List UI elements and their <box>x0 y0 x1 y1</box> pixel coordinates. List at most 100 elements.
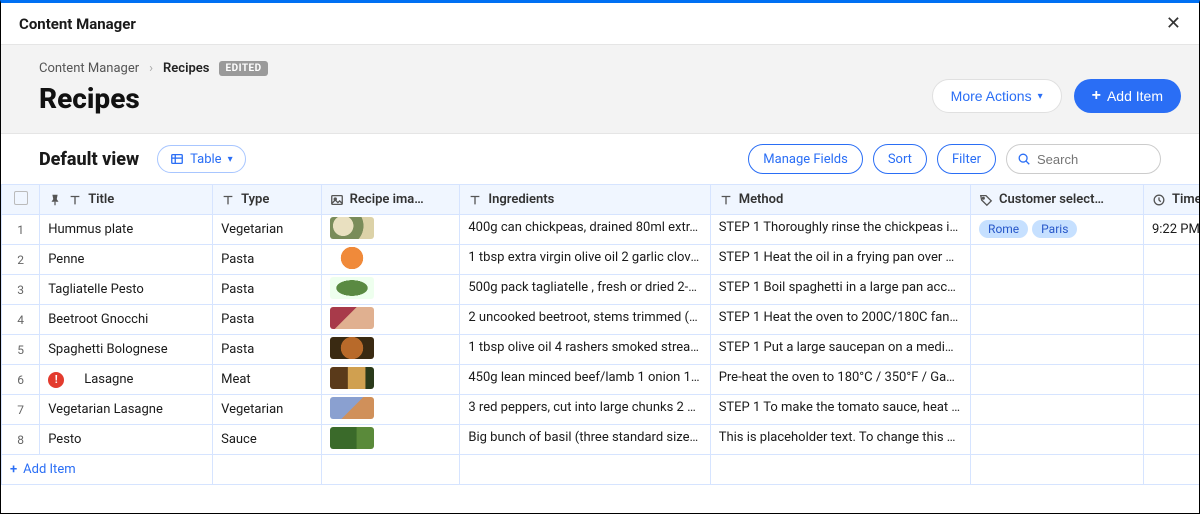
cell-method[interactable]: This is placeholder text. To change this… <box>710 425 970 455</box>
cell-tags[interactable]: RomeParis <box>971 215 1144 245</box>
cell-method[interactable]: Pre-heat the oven to 180°C / 350°F / Gas… <box>710 365 970 395</box>
cell-time[interactable] <box>1143 335 1199 365</box>
cell-method[interactable]: STEP 1 Heat the oil in a frying pan over… <box>710 245 970 275</box>
cell-ingredients[interactable]: 2 uncooked beetroot, stems trimmed (2… <box>460 305 710 335</box>
table-row[interactable]: 7Vegetarian LasagneVegetarian3 red peppe… <box>2 395 1200 425</box>
cell-title[interactable]: Beetroot Gnocchi <box>40 305 213 335</box>
cell-image[interactable] <box>321 275 460 305</box>
sort-button[interactable]: Sort <box>873 144 927 174</box>
cell-image[interactable] <box>321 305 460 335</box>
add-item-footer[interactable]: +Add Item <box>2 455 213 485</box>
cell-type[interactable]: Sauce <box>213 425 322 455</box>
cell-title[interactable]: Tagliatelle Pesto <box>40 275 213 305</box>
warning-icon: ! <box>48 372 64 388</box>
cell-time[interactable] <box>1143 275 1199 305</box>
cell-time[interactable] <box>1143 425 1199 455</box>
cell-time[interactable]: 9:22 PM <box>1143 215 1199 245</box>
search-input-wrapper[interactable] <box>1006 144 1161 174</box>
cell-type[interactable]: Meat <box>213 365 322 395</box>
close-icon[interactable]: ✕ <box>1166 13 1181 34</box>
cell-time[interactable] <box>1143 395 1199 425</box>
recipe-thumbnail <box>330 367 374 389</box>
add-item-button[interactable]: + Add Item <box>1074 79 1181 113</box>
cell-image[interactable] <box>321 425 460 455</box>
manage-fields-button[interactable]: Manage Fields <box>748 144 863 174</box>
recipe-thumbnail <box>330 277 374 299</box>
search-input[interactable] <box>1037 152 1137 167</box>
col-type[interactable]: Type <box>213 185 322 215</box>
cell-tags[interactable] <box>971 395 1144 425</box>
cell-ingredients[interactable]: 450g lean minced beef/lamb 1 onion 1 … <box>460 365 710 395</box>
cell-title[interactable]: Spaghetti Bolognese <box>40 335 213 365</box>
page-title: Recipes <box>39 82 268 115</box>
edited-badge: EDITED <box>219 61 267 76</box>
recipe-thumbnail <box>330 337 374 359</box>
cell-image[interactable] <box>321 245 460 275</box>
col-image[interactable]: Recipe ima… <box>321 185 460 215</box>
table-row[interactable]: 6!LasagneMeat450g lean minced beef/lamb … <box>2 365 1200 395</box>
cell-title[interactable]: !Lasagne <box>40 365 213 395</box>
cell-method[interactable]: STEP 1 Put a large saucepan on a medium … <box>710 335 970 365</box>
cell-tags[interactable] <box>971 365 1144 395</box>
cell-title[interactable]: Penne <box>40 245 213 275</box>
cell-ingredients[interactable]: 1 tbsp extra virgin olive oil 2 garlic c… <box>460 245 710 275</box>
text-icon <box>221 193 235 207</box>
cell-time[interactable] <box>1143 365 1199 395</box>
cell-method[interactable]: STEP 1 Boil spaghetti in a large pan acc… <box>710 275 970 305</box>
clock-icon <box>1152 193 1166 207</box>
table-row[interactable]: 8PestoSauceBig bunch of basil (three sta… <box>2 425 1200 455</box>
table-row[interactable]: 4Beetroot GnocchiPasta2 uncooked beetroo… <box>2 305 1200 335</box>
cell-tags[interactable] <box>971 425 1144 455</box>
cell-type[interactable]: Pasta <box>213 335 322 365</box>
cell-ingredients[interactable]: Big bunch of basil (three standard size … <box>460 425 710 455</box>
cell-type[interactable]: Vegetarian <box>213 395 322 425</box>
cell-image[interactable] <box>321 395 460 425</box>
cell-tags[interactable] <box>971 305 1144 335</box>
cell-image[interactable] <box>321 215 460 245</box>
cell-tags[interactable] <box>971 245 1144 275</box>
breadcrumb: Content Manager › Recipes EDITED <box>39 61 268 76</box>
cell-type[interactable]: Pasta <box>213 275 322 305</box>
view-type-label: Table <box>190 152 221 167</box>
cell-time[interactable] <box>1143 245 1199 275</box>
cell-image[interactable] <box>321 365 460 395</box>
breadcrumb-current: Recipes <box>163 61 209 76</box>
row-number: 2 <box>2 245 40 275</box>
cell-title[interactable]: Hummus plate <box>40 215 213 245</box>
select-all-header[interactable] <box>2 185 40 215</box>
cell-method[interactable]: STEP 1 Thoroughly rinse the chickpeas in… <box>710 215 970 245</box>
cell-type[interactable]: Pasta <box>213 305 322 335</box>
filter-button[interactable]: Filter <box>937 144 996 174</box>
col-time[interactable]: Time <box>1143 185 1199 215</box>
cell-ingredients[interactable]: 3 red peppers, cut into large chunks 2 a… <box>460 395 710 425</box>
cell-method[interactable]: STEP 1 Heat the oven to 200C/180C fan/ g… <box>710 305 970 335</box>
chevron-down-icon: ▾ <box>228 154 233 165</box>
cell-type[interactable]: Vegetarian <box>213 215 322 245</box>
table-row[interactable]: 1Hummus plateVegetarian400g can chickpea… <box>2 215 1200 245</box>
tag-chip[interactable]: Rome <box>979 220 1028 238</box>
cell-time[interactable] <box>1143 305 1199 335</box>
cell-ingredients[interactable]: 500g pack tagliatelle , fresh or dried 2… <box>460 275 710 305</box>
cell-ingredients[interactable]: 1 tbsp olive oil 4 rashers smoked streak… <box>460 335 710 365</box>
col-tags[interactable]: Customer select… <box>971 185 1144 215</box>
more-actions-button[interactable]: More Actions ▾ <box>932 79 1062 113</box>
cell-title[interactable]: Vegetarian Lasagne <box>40 395 213 425</box>
cell-tags[interactable] <box>971 335 1144 365</box>
cell-method[interactable]: STEP 1 To make the tomato sauce, heat th… <box>710 395 970 425</box>
tag-chip[interactable]: Paris <box>1032 220 1077 238</box>
cell-tags[interactable] <box>971 275 1144 305</box>
recipe-thumbnail <box>330 307 374 329</box>
table-row[interactable]: 2PennePasta 1 tbsp extra virgin olive oil… <box>2 245 1200 275</box>
table-icon <box>170 152 184 166</box>
cell-image[interactable] <box>321 335 460 365</box>
col-title[interactable]: Title <box>40 185 213 215</box>
table-row[interactable]: 3Tagliatelle PestoPasta500g pack tagliat… <box>2 275 1200 305</box>
breadcrumb-root[interactable]: Content Manager <box>39 61 139 76</box>
cell-title[interactable]: Pesto <box>40 425 213 455</box>
view-type-pill[interactable]: Table ▾ <box>157 145 246 173</box>
col-ingredients[interactable]: Ingredients <box>460 185 710 215</box>
table-row[interactable]: 5Spaghetti BolognesePasta1 tbsp olive oi… <box>2 335 1200 365</box>
cell-type[interactable]: Pasta <box>213 245 322 275</box>
cell-ingredients[interactable]: 400g can chickpeas, drained 80ml extr… <box>460 215 710 245</box>
col-method[interactable]: Method <box>710 185 970 215</box>
